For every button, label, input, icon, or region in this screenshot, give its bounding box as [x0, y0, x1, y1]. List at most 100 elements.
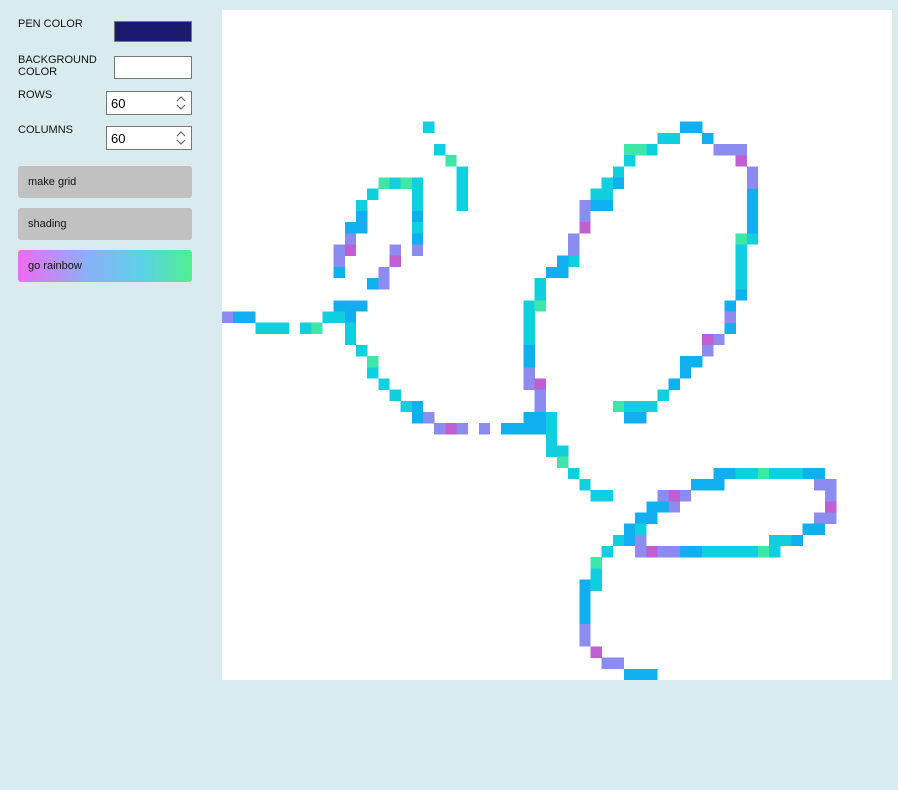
grid-cell[interactable]	[635, 546, 647, 558]
grid-cell[interactable]	[311, 322, 323, 335]
grid-cell[interactable]	[769, 467, 781, 480]
grid-cell[interactable]	[244, 311, 256, 323]
grid-cell[interactable]	[534, 423, 547, 435]
grid-cell[interactable]	[411, 233, 424, 245]
grid-cell[interactable]	[534, 378, 547, 390]
grid-cell[interactable]	[601, 546, 614, 558]
grid-cell[interactable]	[579, 624, 591, 636]
columns-input[interactable]: 60	[106, 126, 192, 150]
grid-cell[interactable]	[534, 278, 547, 290]
grid-cell[interactable]	[411, 199, 424, 212]
grid-cell[interactable]	[378, 278, 390, 290]
grid-cell[interactable]	[724, 300, 736, 312]
grid-cell[interactable]	[579, 222, 591, 234]
grid-cell[interactable]	[635, 523, 647, 536]
grid-cell[interactable]	[679, 367, 692, 379]
grid-cell[interactable]	[568, 233, 580, 245]
grid-cell[interactable]	[813, 467, 826, 480]
grid-cell[interactable]	[568, 244, 580, 256]
grid-cell[interactable]	[456, 166, 468, 178]
grid-cell[interactable]	[545, 412, 558, 424]
grid-cell[interactable]	[646, 546, 658, 558]
grid-cell[interactable]	[579, 601, 591, 614]
grid-cell[interactable]	[601, 657, 614, 670]
grid-cell[interactable]	[356, 211, 368, 223]
grid-cell[interactable]	[590, 188, 602, 201]
grid-cell[interactable]	[657, 546, 669, 558]
grid-cell[interactable]	[825, 479, 837, 491]
grid-cell[interactable]	[233, 311, 245, 323]
go-rainbow-button[interactable]: go rainbow	[18, 250, 192, 282]
grid-cell[interactable]	[523, 322, 535, 335]
grid-cell[interactable]	[456, 423, 468, 435]
grid-cell[interactable]	[333, 266, 346, 279]
grid-cell[interactable]	[668, 490, 681, 502]
grid-cell[interactable]	[825, 512, 837, 524]
grid-cell[interactable]	[545, 423, 558, 435]
grid-cell[interactable]	[579, 635, 591, 647]
make-grid-button[interactable]: make grid	[18, 166, 192, 198]
grid-cell[interactable]	[579, 479, 591, 491]
grid-cell[interactable]	[624, 400, 636, 413]
grid-cell[interactable]	[657, 490, 669, 502]
grid-cell[interactable]	[713, 144, 725, 156]
grid-cell[interactable]	[344, 233, 357, 245]
grid-cell[interactable]	[713, 479, 725, 491]
grid-cell[interactable]	[344, 322, 357, 335]
grid-cell[interactable]	[635, 534, 647, 547]
grid-cell[interactable]	[523, 333, 535, 346]
grid-cell[interactable]	[735, 233, 748, 245]
grid-cell[interactable]	[456, 199, 468, 212]
grid-cell[interactable]	[813, 523, 826, 536]
grid-cell[interactable]	[601, 199, 614, 212]
grid-cell[interactable]	[746, 546, 759, 558]
grid-cell[interactable]	[579, 613, 591, 625]
rows-spinner-icon[interactable]	[175, 95, 187, 111]
grid-cell[interactable]	[601, 188, 614, 201]
grid-cell[interactable]	[791, 467, 803, 480]
grid-cell[interactable]	[534, 289, 547, 301]
grid-cell[interactable]	[255, 322, 267, 335]
grid-cell[interactable]	[702, 345, 714, 357]
grid-cell[interactable]	[445, 155, 457, 167]
grid-cell[interactable]	[691, 546, 703, 558]
grid-cell[interactable]	[646, 400, 658, 413]
grid-cell[interactable]	[691, 356, 703, 368]
grid-cell[interactable]	[434, 144, 446, 156]
grid-cell[interactable]	[501, 423, 513, 435]
grid-cell[interactable]	[713, 467, 725, 480]
grid-cell[interactable]	[590, 646, 602, 658]
grid-cell[interactable]	[222, 311, 234, 323]
grid-cell[interactable]	[389, 244, 401, 256]
grid-cell[interactable]	[579, 590, 591, 603]
grid-cell[interactable]	[456, 188, 468, 201]
grid-cell[interactable]	[624, 534, 636, 547]
grid-cell[interactable]	[523, 345, 535, 357]
grid-cell[interactable]	[557, 266, 569, 279]
grid-cell[interactable]	[668, 546, 681, 558]
grid-cell[interactable]	[523, 300, 535, 312]
grid-cell[interactable]	[411, 211, 424, 223]
grid-cell[interactable]	[367, 278, 379, 290]
grid-cell[interactable]	[668, 378, 681, 390]
shading-button[interactable]: shading	[18, 208, 192, 240]
grid-cell[interactable]	[802, 467, 815, 480]
grid-cell[interactable]	[646, 501, 658, 513]
columns-spinner-icon[interactable]	[175, 130, 187, 146]
grid-cell[interactable]	[478, 423, 491, 435]
grid-cell[interactable]	[825, 490, 837, 502]
grid-cell[interactable]	[579, 579, 591, 591]
grid-cell[interactable]	[635, 412, 647, 424]
grid-cell[interactable]	[624, 668, 636, 680]
grid-cell[interactable]	[434, 423, 446, 435]
grid-cell[interactable]	[612, 657, 625, 670]
grid-cell[interactable]	[523, 378, 535, 390]
grid-cell[interactable]	[378, 378, 390, 390]
grid-cell[interactable]	[724, 467, 736, 480]
grid-cell[interactable]	[612, 534, 625, 547]
grid-cell[interactable]	[624, 523, 636, 536]
grid-cell[interactable]	[445, 423, 457, 435]
grid-cell[interactable]	[758, 546, 770, 558]
grid-cell[interactable]	[534, 400, 547, 413]
grid-cell[interactable]	[579, 211, 591, 223]
